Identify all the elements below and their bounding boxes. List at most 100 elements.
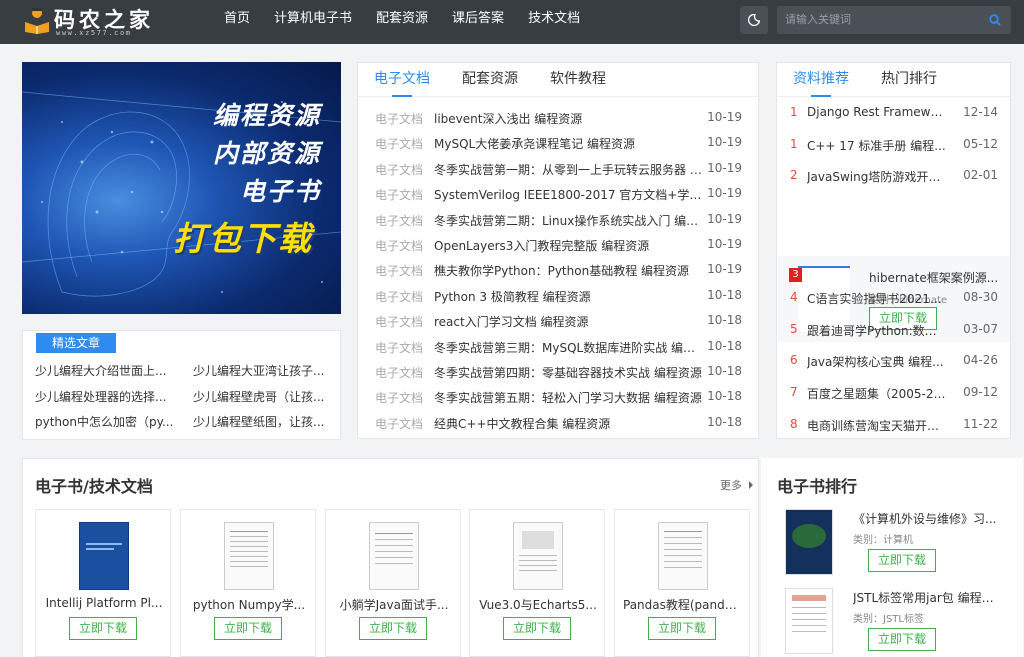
document-title[interactable]: 冬季实战营第四期：零基础容器技术实战 编程资源	[434, 364, 704, 381]
download-button[interactable]: 立即下载	[359, 617, 427, 640]
nav-answers[interactable]: 课后答案	[440, 0, 516, 44]
rank-item[interactable]: 6 Java架构核心宝典 编程... 04-26	[777, 349, 1010, 373]
ebook-cover	[785, 509, 833, 575]
rank-item[interactable]: 1 Django Rest Framework... 12-14	[777, 101, 1010, 125]
document-category[interactable]: 电子文档	[375, 288, 423, 305]
download-button[interactable]: 立即下载	[503, 617, 571, 640]
document-title[interactable]: 经典C++中文教程合集 编程资源	[434, 415, 704, 432]
document-title[interactable]: 冬季实战营第二期：Linux操作系统实战入门 编程资源	[434, 212, 704, 229]
document-row[interactable]: 电子文档 react入门学习文档 编程资源 10-18	[358, 308, 758, 333]
document-title[interactable]: react入门学习文档 编程资源	[434, 313, 704, 330]
ranking-item[interactable]: 《计算机外设与维修》习... 类别：计算机 立即下载	[776, 509, 1016, 587]
ebook-card[interactable]: Pandas教程(panda... 立即下载	[614, 509, 750, 657]
document-row[interactable]: 电子文档 冬季实战营第二期：Linux操作系统实战入门 编程资源 10-19	[358, 207, 758, 232]
featured-article[interactable]: 少儿编程壁虎哥（让孩...	[193, 388, 324, 405]
download-button[interactable]: 立即下载	[69, 617, 137, 640]
ebook-title: Vue3.0与Echarts5...	[479, 598, 597, 612]
search-icon[interactable]	[989, 14, 1001, 26]
document-row[interactable]: 电子文档 经典C++中文教程合集 编程资源 10-18	[358, 410, 758, 435]
document-title[interactable]: 樵夫教你学Python：Python基础教程 编程资源	[434, 262, 704, 279]
document-category[interactable]: 电子文档	[375, 313, 423, 330]
rank-item[interactable]: 4 C语言实验指导书2021版... 08-30	[777, 286, 1010, 310]
document-category[interactable]: 电子文档	[375, 135, 423, 152]
tab-software-tutorials[interactable]: 软件教程	[534, 63, 622, 96]
ebook-title: 小躺学Java面试手...	[339, 598, 449, 612]
document-row[interactable]: 电子文档 libevent深入浅出 编程资源 10-19	[358, 105, 758, 130]
site-logo[interactable]: 码农之家 www.xz577.com	[24, 4, 164, 40]
document-date: 10-18	[707, 363, 742, 378]
document-title[interactable]: OpenLayers3入门教程完整版 编程资源	[434, 237, 704, 254]
featured-article[interactable]: 少儿编程大亚湾让孩子...	[193, 362, 324, 379]
document-row[interactable]: 电子文档 OpenLayers3入门教程完整版 编程资源 10-19	[358, 232, 758, 257]
more-link[interactable]: 更多	[720, 477, 754, 493]
rank-item[interactable]: 7 百度之星题集（2005-20... 09-12	[777, 381, 1010, 405]
document-row[interactable]: 电子文档 冬季实战营第五期：轻松入门学习大数据 编程资源 10-18	[358, 384, 758, 409]
featured-article[interactable]: 少儿编程壁纸图，让孩...	[193, 413, 324, 430]
document-row[interactable]: 电子文档冬季实战营第一期：从零到一上手玩转云服务器 编程资源10-19	[358, 156, 758, 181]
ebook-category: 类别：JSTL标签	[853, 614, 924, 625]
document-title[interactable]: 冬季实战营第一期：从零到一上手玩转云服务器 编程资源	[434, 161, 704, 178]
document-category[interactable]: 电子文档	[375, 262, 423, 279]
document-title[interactable]: 冬季实战营第三期：MySQL数据库进阶实战 编程资源	[434, 339, 704, 356]
document-category[interactable]: 电子文档	[375, 212, 423, 229]
nav-ebooks[interactable]: 计算机电子书	[262, 0, 364, 44]
document-date: 10-18	[707, 389, 742, 404]
download-button[interactable]: 立即下载	[214, 617, 282, 640]
search-input[interactable]	[777, 6, 977, 34]
rank-item[interactable]: 8 电商训练营淘宝天猫开店... 11-22	[777, 413, 1010, 437]
main-nav: 首页 计算机电子书 配套资源 课后答案 技术文档	[212, 0, 592, 44]
document-row[interactable]: 电子文档 冬季实战营第四期：零基础容器技术实战 编程资源 10-18	[358, 359, 758, 384]
document-category[interactable]: 电子文档	[375, 110, 423, 127]
promo-banner[interactable]: 编程资源 内部资源 电子书 打包下载	[22, 62, 341, 314]
nav-docs[interactable]: 技术文档	[516, 0, 592, 44]
download-button[interactable]: 立即下载	[868, 628, 936, 651]
document-title[interactable]: 冬季实战营第五期：轻松入门学习大数据 编程资源	[434, 389, 704, 406]
download-button[interactable]: 立即下载	[868, 549, 936, 572]
tab-hot-ranking[interactable]: 热门排行	[865, 63, 953, 96]
tab-ebook-docs[interactable]: 电子文档	[358, 63, 446, 97]
documents-tabs: 电子文档 配套资源 软件教程	[358, 63, 758, 97]
document-row[interactable]: 电子文档 樵夫教你学Python：Python基础教程 编程资源 10-19	[358, 257, 758, 282]
document-date: 10-19	[707, 186, 742, 201]
ebook-card[interactable]: Vue3.0与Echarts5... 立即下载	[469, 509, 605, 657]
document-category[interactable]: 电子文档	[375, 186, 423, 203]
ebook-cover	[785, 588, 833, 654]
document-list: 电子文档 libevent深入浅出 编程资源 10-19 电子文档 MySQL大佬姜承尧…	[358, 105, 758, 435]
featured-tab[interactable]: 精选文章	[36, 333, 116, 353]
document-title[interactable]: SystemVerilog IEEE1800-2017 官方文档+学习笔记	[434, 186, 704, 203]
document-row[interactable]: 电子文档 冬季实战营第三期：MySQL数据库进阶实战 编程资源 10-18	[358, 334, 758, 359]
document-row[interactable]: 电子文档 SystemVerilog IEEE1800-2017 官方文档+学习笔…	[358, 181, 758, 206]
rank-item[interactable]: 5 跟着迪哥学Python:数据... 03-07	[777, 318, 1010, 342]
chevron-right-icon	[748, 481, 753, 489]
rank-title: Java架构核心宝典 编程...	[807, 355, 944, 369]
rank-number: 5	[790, 322, 798, 336]
ebook-card[interactable]: Intellij Platform Pl... 立即下载	[35, 509, 171, 657]
document-category[interactable]: 电子文档	[375, 389, 423, 406]
rank-item[interactable]: 1 C++ 17 标准手册 编程... 05-12	[777, 133, 1010, 157]
nav-resources[interactable]: 配套资源	[364, 0, 440, 44]
document-category[interactable]: 电子文档	[375, 339, 423, 356]
ranking-item[interactable]: JSTL标签常用jar包 编程资... 类别：JSTL标签 立即下载	[776, 588, 1016, 657]
document-row[interactable]: 电子文档 MySQL大佬姜承尧课程笔记 编程资源 10-19	[358, 130, 758, 155]
download-button[interactable]: 立即下载	[648, 617, 716, 640]
dark-mode-toggle[interactable]	[740, 6, 768, 34]
ebook-card[interactable]: python Numpy学... 立即下载	[180, 509, 316, 657]
featured-article[interactable]: 少儿编程处理器的选择...	[35, 388, 166, 405]
document-category[interactable]: 电子文档	[375, 161, 423, 178]
nav-home[interactable]: 首页	[212, 0, 262, 44]
document-title[interactable]: libevent深入浅出 编程资源	[434, 110, 704, 127]
document-title[interactable]: MySQL大佬姜承尧课程笔记 编程资源	[434, 135, 704, 152]
recommendations-tabs: 资料推荐 热门排行	[777, 63, 1010, 97]
document-date: 10-18	[707, 338, 742, 353]
document-title[interactable]: Python 3 极简教程 编程资源	[434, 288, 704, 305]
document-category[interactable]: 电子文档	[375, 364, 423, 381]
rank-item[interactable]: 2 JavaSwing塔防游戏开发 ... 02-01	[777, 164, 1010, 188]
featured-article[interactable]: 少儿编程大介绍世面上...	[35, 362, 166, 379]
document-category[interactable]: 电子文档	[375, 237, 423, 254]
tab-resources[interactable]: 配套资源	[446, 63, 534, 96]
document-row[interactable]: 电子文档 Python 3 极简教程 编程资源 10-18	[358, 283, 758, 308]
ebook-card[interactable]: 小躺学Java面试手... 立即下载	[325, 509, 461, 657]
featured-article[interactable]: python中怎么加密（py...	[35, 413, 173, 430]
document-category[interactable]: 电子文档	[375, 415, 423, 432]
tab-recommended[interactable]: 资料推荐	[777, 63, 865, 97]
